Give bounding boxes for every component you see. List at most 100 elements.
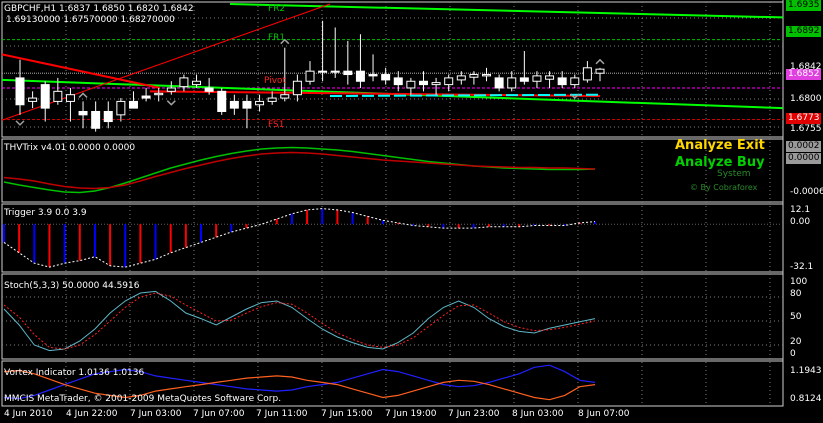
candle-body — [78, 110, 88, 116]
price-badge-fs1: 1.6773 — [786, 113, 821, 124]
candle-body — [406, 80, 416, 89]
level-label-fr1: FR1 — [268, 33, 286, 43]
candle-body — [343, 70, 353, 76]
stoch-axis-tick: 20 — [790, 337, 802, 347]
time-axis-label: 7 Jun 19:00 — [385, 409, 437, 419]
stoch-title: Stoch(5,3,3) 50.0000 44.5916 — [4, 281, 140, 291]
candle-body — [469, 74, 479, 78]
thv-axis-tick: -0.0006 — [790, 187, 823, 197]
price-badge-pivot: 1.6852 — [786, 69, 821, 80]
candle-body — [217, 90, 227, 112]
stoch-axis-tick: 0 — [790, 349, 796, 359]
time-axis-label: 7 Jun 03:00 — [130, 409, 182, 419]
copyright-footer: MMCIS MetaTrader, © 2001-2009 MetaQuotes… — [4, 394, 282, 404]
stoch-axis-tick: 80 — [790, 289, 802, 299]
vortex-title: Vortex Indicator 1.0136 1.0136 — [4, 368, 145, 378]
candle-body — [154, 92, 164, 96]
candle-body — [557, 77, 567, 86]
candle-body — [582, 67, 592, 81]
system-text: System — [717, 169, 751, 179]
candle-body — [204, 87, 214, 92]
candle-body — [456, 75, 466, 81]
channel-line-upper — [229, 3, 784, 19]
time-axis-label: 8 Jun 03:00 — [512, 409, 564, 419]
candle-body — [494, 77, 504, 89]
price-badge-fr2: 1.6935 — [786, 0, 821, 11]
candle-body — [595, 68, 605, 74]
candle-body — [355, 70, 365, 82]
fractal-down-icon — [166, 100, 176, 106]
candle-body — [91, 110, 101, 129]
candle-body — [444, 77, 454, 86]
time-axis-label: 7 Jun 11:00 — [256, 409, 308, 419]
candle-body — [15, 77, 25, 106]
time-axis-label: 8 Jun 07:00 — [578, 409, 630, 419]
candle-body — [179, 77, 189, 88]
fractal-up-icon — [595, 58, 605, 65]
time-axis-label: 7 Jun 23:00 — [448, 409, 500, 419]
thv-badge-red: 0.0000 — [786, 153, 821, 164]
candle-body — [570, 77, 580, 86]
values-line: 1.69130000 1.67570000 1.68270000 — [6, 15, 175, 25]
candle-body — [65, 94, 75, 102]
candle-body — [28, 97, 38, 102]
candle-body — [519, 77, 529, 82]
fractal-up-icon — [78, 92, 88, 98]
trigger-axis-tick: 0.00 — [790, 217, 811, 227]
thv-series-green — [3, 146, 596, 194]
analyze-exit-text: Analyze Exit — [675, 138, 765, 153]
candle-body — [318, 70, 328, 73]
price-badge-fr1: 1.6892 — [786, 26, 821, 37]
candle-body — [141, 95, 151, 99]
candle-body — [166, 87, 176, 92]
candle-body — [280, 94, 290, 99]
candle-body — [330, 70, 340, 73]
price-axis-tick: 1.6800 — [790, 94, 822, 104]
candle-body — [381, 74, 391, 81]
price-axis-tick: 1.6755 — [790, 124, 822, 134]
candle-body — [545, 75, 555, 80]
candle-body — [292, 80, 302, 96]
thv-badge-green: 0.0002 — [786, 141, 821, 152]
candle-body — [368, 74, 378, 77]
time-axis-label: 7 Jun 07:00 — [193, 409, 245, 419]
candle-body — [507, 77, 517, 89]
candle-body — [128, 100, 138, 109]
pivot-band-cyan — [329, 93, 601, 98]
trigger-axis-tick: -32.1 — [790, 262, 814, 272]
time-axis-label: 7 Jun 15:00 — [321, 409, 373, 419]
trigger-pane-border — [1, 203, 784, 273]
candle-body — [103, 110, 113, 123]
candle-body — [418, 80, 428, 86]
candle-body — [116, 100, 126, 116]
analyze-buy-text: Analyze Buy — [675, 155, 765, 170]
time-axis-label: 4 Jun 22:00 — [66, 409, 118, 419]
thv-series-red — [3, 151, 596, 190]
stoch-axis-tick: 50 — [790, 312, 802, 322]
stoch-axis-tick: 100 — [790, 277, 808, 287]
chart-canvas — [1, 0, 784, 407]
candle-body — [40, 84, 50, 109]
candle-body — [242, 100, 252, 109]
candle-body — [305, 70, 315, 82]
candle-body — [255, 100, 265, 106]
symbol-line: GBPCHF,H1 1.6837 1.6850 1.6820 1.6842 — [4, 4, 194, 14]
credit-text: © By Cobraforex — [690, 183, 758, 192]
vortex-axis-tick: 1.1943 — [790, 366, 822, 376]
level-label-pivot: Pivot — [264, 76, 287, 86]
candle-body — [482, 74, 492, 77]
candle-body — [53, 90, 63, 102]
trigger-line — [3, 208, 596, 268]
candle-body — [229, 100, 239, 109]
level-label-fr2: FR2 — [268, 4, 286, 14]
candle-body — [532, 75, 542, 82]
candle-body — [267, 97, 277, 102]
trigger-title: Trigger 3.9 0.0 3.9 — [4, 208, 87, 218]
candle-body — [431, 82, 441, 86]
level-label-fs1: FS1 — [268, 120, 285, 130]
candle-body — [393, 77, 403, 86]
fractal-down-icon — [15, 120, 25, 126]
candle-body — [192, 80, 202, 86]
time-axis-label: 4 Jun 2010 — [4, 409, 53, 419]
trigger-axis-tick: 12.1 — [790, 205, 811, 215]
